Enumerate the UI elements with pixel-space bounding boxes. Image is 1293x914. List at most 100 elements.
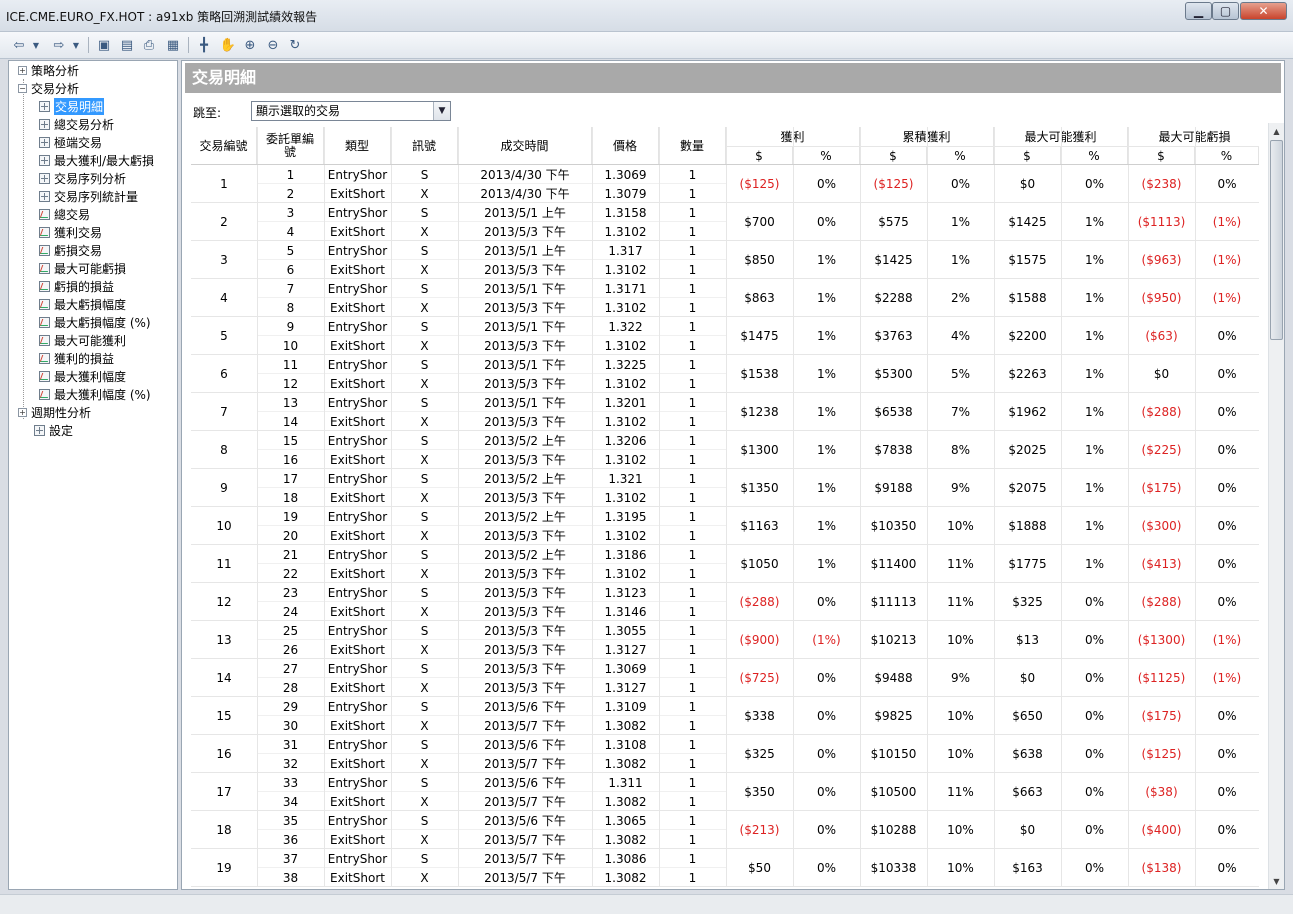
window-title: ICE.CME.EURO_FX.HOT : a91xb 策略回溯測試績效報告 bbox=[6, 10, 318, 24]
profit-cell: $1538 bbox=[740, 367, 779, 381]
header-price[interactable]: 價格 bbox=[592, 127, 659, 165]
zoom-out-icon[interactable]: ⊖ bbox=[264, 36, 282, 54]
leg-divider bbox=[257, 373, 726, 374]
jump-to-select[interactable]: 顯示選取的交易 ▼ bbox=[251, 101, 451, 121]
tree-item[interactable]: 最大虧損幅度 (%) bbox=[39, 313, 151, 331]
header-type[interactable]: 類型 bbox=[324, 127, 391, 165]
dropdown-icon[interactable]: ▼ bbox=[71, 36, 81, 54]
order-no-cell: 20 bbox=[282, 528, 299, 543]
trade-no-cell: 9 bbox=[220, 481, 228, 495]
scrollbar-thumb[interactable] bbox=[1270, 140, 1283, 340]
header-subdivider bbox=[726, 146, 1259, 147]
profit-pct-cell: 1% bbox=[816, 367, 837, 381]
vertical-scrollbar[interactable]: ▲ ▼ bbox=[1268, 123, 1284, 889]
max-profit-pct-cell: 1% bbox=[1084, 253, 1105, 267]
tree-group-periodic-analysis[interactable]: + 週期性分析 bbox=[18, 403, 91, 421]
max-loss-cell: ($63) bbox=[1145, 329, 1178, 343]
section-title: 交易明細 bbox=[185, 63, 1281, 93]
tree-item[interactable]: 獲利交易 bbox=[39, 223, 102, 241]
dropdown-icon[interactable]: ▼ bbox=[31, 36, 41, 54]
max-loss-pct-cell: 0% bbox=[1217, 823, 1237, 837]
tree-item[interactable]: 最大獲利幅度 bbox=[39, 367, 126, 385]
tree-group-trade-analysis[interactable]: − 交易分析 bbox=[18, 79, 79, 97]
tree-group-strategy-analysis[interactable]: + 策略分析 bbox=[18, 61, 79, 79]
scroll-up-icon[interactable]: ▲ bbox=[1269, 123, 1284, 139]
tree-item[interactable]: 交易序列分析 bbox=[39, 169, 126, 187]
time-cell: 2013/5/2 上午 bbox=[484, 548, 566, 562]
collapse-icon[interactable]: − bbox=[18, 83, 27, 93]
signal-cell: X bbox=[420, 490, 429, 505]
tree-item[interactable]: 虧損交易 bbox=[39, 241, 102, 259]
time-cell: 2013/5/7 下午 bbox=[484, 871, 566, 885]
save-icon[interactable]: ▣ bbox=[95, 36, 113, 54]
tree-item[interactable]: 獲利的損益 bbox=[39, 349, 114, 367]
tree-item[interactable]: 交易明細 bbox=[39, 97, 105, 115]
tree-item[interactable]: 交易序列統計量 bbox=[39, 187, 138, 205]
chart-icon bbox=[39, 244, 50, 256]
tree-item-settings[interactable]: 設定 bbox=[34, 421, 73, 439]
price-cell: 1.3127 bbox=[604, 642, 647, 657]
tree-item[interactable]: 最大虧損幅度 bbox=[39, 295, 126, 313]
type-cell: ExitShort bbox=[330, 300, 385, 315]
order-no-cell: 1 bbox=[286, 167, 295, 182]
type-cell: EntryShor bbox=[327, 395, 388, 410]
type-cell: EntryShor bbox=[327, 585, 388, 600]
cum-profit-pct-cell: 11% bbox=[947, 785, 974, 799]
price-cell: 1.3108 bbox=[604, 737, 647, 752]
header-time[interactable]: 成交時間 bbox=[458, 127, 592, 165]
price-cell: 1.3102 bbox=[604, 224, 647, 239]
back-arrow-icon[interactable]: ⇦ bbox=[10, 36, 28, 54]
zoom-in-icon[interactable]: ⊕ bbox=[241, 36, 259, 54]
chevron-down-icon[interactable]: ▼ bbox=[433, 102, 450, 120]
print-icon[interactable]: ⎙ bbox=[140, 36, 158, 54]
maximize-button[interactable]: ▢ bbox=[1212, 2, 1239, 20]
price-cell: 1.3195 bbox=[604, 509, 647, 524]
header-max-loss[interactable]: 最大可能虧損 bbox=[1128, 127, 1259, 147]
tree-item[interactable]: 最大獲利幅度 (%) bbox=[39, 385, 151, 403]
header-qty[interactable]: 數量 bbox=[659, 127, 726, 165]
tree-item[interactable]: 總交易 bbox=[39, 205, 90, 223]
cum-profit-pct-cell: 4% bbox=[950, 329, 971, 343]
price-cell: 1.3082 bbox=[604, 718, 647, 733]
pan-hand-icon[interactable]: ✋ bbox=[219, 36, 237, 54]
price-cell: 1.322 bbox=[608, 319, 643, 334]
max-loss-cell: $0 bbox=[1153, 367, 1170, 381]
tree-item[interactable]: 虧損的損益 bbox=[39, 277, 114, 295]
profit-pct-cell: 0% bbox=[816, 823, 837, 837]
time-cell: 2013/5/3 下午 bbox=[484, 643, 566, 657]
expand-icon[interactable]: + bbox=[18, 65, 27, 75]
tree-item[interactable]: 最大獲利/最大虧損 bbox=[39, 151, 154, 169]
order-no-cell: 38 bbox=[282, 870, 299, 885]
reset-zoom-icon[interactable]: ↻ bbox=[286, 36, 304, 54]
trade-no-cell: 10 bbox=[216, 519, 232, 533]
forward-arrow-icon[interactable]: ⇨ bbox=[50, 36, 68, 54]
tree-item[interactable]: 極端交易 bbox=[39, 133, 102, 151]
tree-item[interactable]: 總交易分析 bbox=[39, 115, 114, 133]
max-loss-pct-cell: 0% bbox=[1217, 367, 1237, 381]
minimize-button[interactable]: ▁ bbox=[1185, 2, 1212, 20]
time-cell: 2013/5/1 下午 bbox=[484, 320, 566, 334]
profit-cell: $1238 bbox=[740, 405, 779, 419]
tree-item[interactable]: 最大可能獲利 bbox=[39, 331, 126, 349]
max-loss-pct-cell: 0% bbox=[1217, 177, 1237, 191]
leg-divider bbox=[257, 867, 726, 868]
signal-cell: X bbox=[420, 338, 429, 353]
order-no-cell: 17 bbox=[282, 471, 299, 486]
max-profit-cell: $325 bbox=[1012, 595, 1043, 609]
max-loss-pct-cell: 0% bbox=[1217, 709, 1237, 723]
max-profit-cell: $0 bbox=[1019, 177, 1036, 191]
max-loss-cell: ($963) bbox=[1141, 253, 1182, 267]
type-cell: EntryShor bbox=[327, 433, 388, 448]
export-icon[interactable]: ▤ bbox=[118, 36, 136, 54]
scroll-down-icon[interactable]: ▼ bbox=[1269, 873, 1284, 889]
view-icon[interactable]: ▦ bbox=[164, 36, 182, 54]
price-cell: 1.3102 bbox=[604, 528, 647, 543]
max-loss-cell: ($300) bbox=[1141, 519, 1182, 533]
expand-icon[interactable]: + bbox=[18, 407, 27, 417]
close-button[interactable]: ✕ bbox=[1240, 2, 1287, 20]
header-trade-no[interactable]: 交易編號 bbox=[191, 127, 257, 165]
header-order-no[interactable]: 委託單編號 bbox=[257, 127, 324, 165]
header-signal[interactable]: 訊號 bbox=[391, 127, 458, 165]
tree-item[interactable]: 最大可能虧損 bbox=[39, 259, 126, 277]
crosshair-icon[interactable]: ╋ bbox=[195, 36, 213, 54]
